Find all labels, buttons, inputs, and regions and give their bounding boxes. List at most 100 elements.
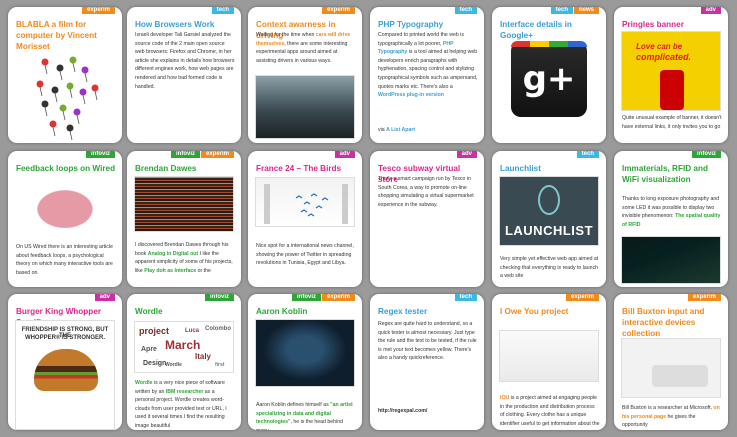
card-image[interactable]: FRIENDSHIP IS STRONG, BUT THE WHOPPER® IS… bbox=[15, 320, 115, 430]
highlight-link[interactable]: IOU bbox=[500, 395, 509, 401]
category-tag[interactable]: adv bbox=[700, 7, 721, 14]
card-image[interactable] bbox=[621, 236, 721, 284]
category-tag[interactable]: tech bbox=[454, 294, 477, 301]
category-tag[interactable]: news bbox=[573, 7, 599, 14]
word-cloud-word: Wordle bbox=[165, 362, 182, 368]
card[interactable]: tech PHP Typography Compared to printed wo… bbox=[370, 7, 484, 143]
card[interactable]: adv Pringles banner Love can be complicated… bbox=[614, 7, 728, 143]
category-tag[interactable]: infoviz bbox=[205, 294, 234, 301]
category-tags: tech bbox=[576, 151, 599, 158]
category-tag[interactable]: experim bbox=[81, 7, 115, 14]
category-tag[interactable]: experim bbox=[321, 7, 355, 14]
card-description: Israeli developer Tali Garsiel analyzed … bbox=[135, 31, 235, 91]
word-cloud-word: project bbox=[139, 326, 170, 336]
card[interactable]: experim Bill Buxton input and interactive… bbox=[614, 294, 728, 430]
card-description: On US Wired there is an interesting arti… bbox=[16, 243, 116, 277]
card-image[interactable] bbox=[255, 319, 355, 387]
card[interactable]: tech news Interface details in Google+ g+ bbox=[492, 7, 606, 143]
category-tag[interactable]: infoviz bbox=[170, 151, 200, 158]
card-description: Wordle is a very nice piece of software … bbox=[135, 379, 235, 430]
category-tag[interactable]: experim bbox=[687, 294, 721, 301]
card[interactable]: experim Context awarness in driving Waitin… bbox=[248, 7, 362, 143]
category-tag[interactable]: infoviz bbox=[291, 294, 321, 301]
card[interactable]: adv France 24 – The Birds Nice spot for a … bbox=[248, 151, 362, 287]
category-tag[interactable]: experim bbox=[321, 294, 355, 301]
card-title[interactable]: Brendan Dawes bbox=[135, 163, 235, 174]
card-title[interactable]: PHP Typography bbox=[378, 19, 478, 30]
gplus-strip bbox=[511, 41, 587, 47]
category-tags: infoviz bbox=[205, 294, 234, 301]
card[interactable]: infoviz experim Aaron Koblin Aaron Koblin d… bbox=[248, 294, 362, 430]
category-tag[interactable]: infoviz bbox=[86, 151, 115, 158]
card-title[interactable]: Regex tester bbox=[378, 306, 478, 317]
description-text: Regex are quite hard to understand, so a… bbox=[378, 321, 477, 362]
launchlist-logo-text: LAUNCHLIST bbox=[504, 223, 594, 238]
category-tag[interactable]: tech bbox=[576, 151, 599, 158]
description-text: is a project aimed at engaging people in… bbox=[500, 395, 600, 430]
url-link[interactable]: http://regexpal.com/ bbox=[378, 408, 427, 414]
card-image[interactable]: g+ bbox=[499, 33, 599, 133]
card-grid: experim BLABLA a film for computer by Vin… bbox=[0, 0, 737, 437]
via-link[interactable]: A List Apart bbox=[386, 127, 415, 133]
highlight-link[interactable]: Wordle bbox=[135, 380, 153, 386]
card-title[interactable]: Aaron Koblin bbox=[256, 306, 356, 317]
category-tag[interactable]: tech bbox=[550, 7, 573, 14]
card-image[interactable] bbox=[255, 177, 355, 227]
highlight-link[interactable]: IBM researcher bbox=[166, 389, 204, 395]
description-text: Waiting for the time when bbox=[256, 32, 316, 38]
category-tag[interactable]: adv bbox=[334, 151, 355, 158]
card-title[interactable]: Pringles banner bbox=[622, 19, 722, 30]
card[interactable]: tech Regex tester Regex are quite hard to … bbox=[370, 294, 484, 430]
card-description: IOU is a project aimed at engaging peopl… bbox=[500, 394, 600, 430]
description-text: Quite unusual example of banner, it does… bbox=[622, 115, 722, 130]
category-tag[interactable]: tech bbox=[211, 7, 234, 14]
banner-line: complicated. bbox=[636, 52, 692, 62]
category-tag[interactable]: infoviz bbox=[692, 151, 721, 158]
card-image[interactable]: LAUNCHLIST bbox=[499, 176, 599, 246]
card-image[interactable] bbox=[621, 338, 721, 398]
highlight-link[interactable]: Play doh as Interface bbox=[144, 268, 196, 274]
card[interactable]: experim I Owe You project IOU is a project… bbox=[492, 294, 606, 430]
word-cloud-word: Italy bbox=[195, 352, 212, 361]
category-tags: experim bbox=[321, 7, 355, 14]
card-title[interactable]: Feedback loops on Wired bbox=[16, 163, 116, 174]
card[interactable]: advBurger King Whopper SacrificeFRIENDSH… bbox=[8, 294, 122, 430]
card-image[interactable] bbox=[15, 42, 115, 142]
card[interactable]: tech Launchlist LAUNCHLIST Very simple yet … bbox=[492, 151, 606, 287]
card-image[interactable]: Love can be complicated. bbox=[621, 31, 721, 111]
card-title[interactable]: Bill Buxton input and interactive device… bbox=[622, 306, 722, 339]
card[interactable]: tech How Browsers Work Israeli developer T… bbox=[127, 7, 241, 143]
card-title[interactable]: France 24 – The Birds bbox=[256, 163, 356, 174]
category-tag[interactable]: experim bbox=[565, 294, 599, 301]
card-title[interactable]: Wordle bbox=[135, 306, 235, 317]
category-tags: experim bbox=[565, 294, 599, 301]
category-tags: infoviz bbox=[86, 151, 115, 158]
card-image[interactable] bbox=[255, 75, 355, 139]
word-cloud-word: Design bbox=[143, 360, 167, 367]
card-title[interactable]: Launchlist bbox=[500, 163, 600, 174]
category-tag[interactable]: experim bbox=[200, 151, 234, 158]
card[interactable]: infoviz Wordle project March Apre Italy Colomb… bbox=[127, 294, 241, 430]
word-cloud-word: Luca bbox=[185, 328, 200, 334]
card-image[interactable] bbox=[499, 330, 599, 382]
category-tags: infoviz experim bbox=[291, 294, 355, 301]
category-tag[interactable]: tech bbox=[454, 7, 477, 14]
card-image[interactable] bbox=[134, 176, 234, 232]
card-title[interactable]: How Browsers Work bbox=[135, 19, 235, 30]
card[interactable]: adv Tesco subway virtual store That's a sm… bbox=[370, 151, 484, 287]
category-tag[interactable]: adv bbox=[456, 151, 477, 158]
category-tags: tech bbox=[454, 7, 477, 14]
category-tags: adv bbox=[94, 294, 115, 301]
card[interactable]: infoviz Feedback loops on Wired On US Wire… bbox=[8, 151, 122, 287]
card[interactable]: infoviz experim Brendan Dawes I discovered … bbox=[127, 151, 241, 287]
highlight-link[interactable]: WordPress plug-in version bbox=[378, 92, 444, 98]
card[interactable]: experim BLABLA a film for computer by Vin… bbox=[8, 7, 122, 143]
category-tag[interactable]: adv bbox=[94, 294, 115, 301]
card[interactable]: infoviz Immaterials, RFID and WiFi visual… bbox=[614, 151, 728, 287]
card-title[interactable]: Immaterials, RFID and WiFi visualization bbox=[622, 163, 722, 185]
card-image[interactable]: project March Apre Italy Colombo Design Luca fi… bbox=[134, 321, 234, 373]
highlight-link[interactable]: Analog in Digital out bbox=[148, 251, 198, 257]
card-title[interactable]: I Owe You project bbox=[500, 306, 600, 317]
card-image[interactable] bbox=[15, 175, 115, 237]
category-tags: adv bbox=[700, 7, 721, 14]
